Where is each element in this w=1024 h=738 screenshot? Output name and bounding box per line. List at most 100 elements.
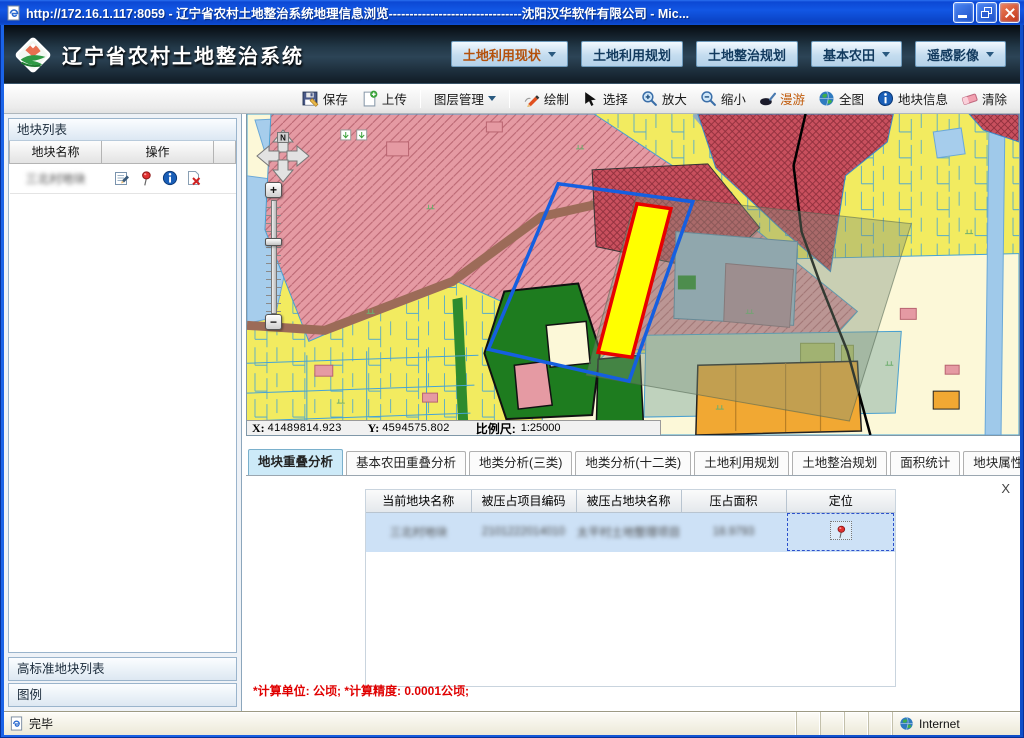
select-button[interactable]: 选择 [579,87,631,110]
page-status-icon [9,716,24,731]
browser-page-icon [6,5,22,21]
draw-button[interactable]: 绘制 [520,87,572,110]
overlap-table-container: 当前地块名称 被压占项目编码 被压占地块名称 压占面积 定位 三北村地块 [365,489,896,687]
map-viewport[interactable]: N + − X: 41489814.923 Y: 4594575.8 [246,114,1020,436]
edit-icon[interactable] [114,170,130,186]
chevron-down-icon [882,52,890,57]
pan-right-button[interactable] [287,146,309,166]
nav-basic-farmland[interactable]: 基本农田 [811,41,902,67]
zoom-out-button[interactable]: 缩小 [697,87,749,110]
info-icon[interactable] [162,170,178,186]
save-button[interactable]: 保存 [299,87,351,110]
pan-button[interactable]: 漫游 [756,87,808,110]
globe-icon [818,90,835,107]
delete-icon[interactable] [186,170,202,186]
column-header[interactable]: 定位 [786,490,895,512]
zoom-in-button[interactable]: 放大 [638,87,690,110]
zoom-slider-handle[interactable] [265,238,282,246]
occupied-project-code: 2101222014010 [482,526,565,538]
parcel-name: 三北村地块 [25,172,85,186]
pushpin-icon[interactable] [138,170,154,186]
nav-consolidation-plan[interactable]: 土地整治规划 [696,41,798,67]
y-value: 4594575.802 [382,422,450,434]
full-extent-button[interactable]: 全图 [815,87,867,110]
status-cell [844,712,868,735]
pan-control: N [255,128,311,184]
clear-button[interactable]: 清除 [958,87,1010,110]
analysis-panel: X 当前地块名称 被压占项目编码 被压占地块名称 压占面积 定位 [246,476,1020,711]
browser-content: 辽宁省农村土地整治系统 土地利用现状 土地利用规划 土地整治规划 基本农田 遥感… [4,25,1020,711]
panel-close-button[interactable]: X [1001,482,1010,495]
column-header[interactable]: 操作 [102,141,214,163]
sidebar-item-high-standard-list[interactable]: 高标准地块列表 [8,657,237,681]
column-header[interactable]: 当前地块名称 [366,490,471,512]
toolbar-separator [420,90,421,108]
pan-icon [759,90,776,107]
app-logo-icon [12,34,54,76]
tab-landuse-plan[interactable]: 土地利用规划 [694,451,789,475]
occupied-area: 18.9793 [713,526,755,538]
column-header[interactable]: 地块名称 [10,141,102,163]
column-header[interactable]: 被压占项目编码 [471,490,576,512]
zoom-out-slider-button[interactable]: − [265,314,282,330]
map-canvas[interactable] [247,114,1019,435]
tab-basic-farmland-overlap[interactable]: 基本农田重叠分析 [346,451,466,475]
status-cell [796,712,820,735]
window-title: http://172.16.1.117:8059 - 辽宁省农村土地整治系统地理… [26,3,953,22]
close-button[interactable] [999,2,1020,23]
pan-left-button[interactable] [257,146,279,166]
parcel-list-table: 地块名称 操作 三北村地块 [9,141,236,194]
draw-icon [523,90,540,107]
status-cell [868,712,892,735]
upload-button[interactable]: 上传 [358,87,410,110]
restore-button[interactable] [976,2,997,23]
main-area: N + − X: 41489814.923 Y: 4594575.8 [242,114,1020,711]
map-toolbar: 保存 上传 图层管理 绘制 [4,84,1020,114]
parcel-info-button[interactable]: 地块信息 [874,87,951,110]
table-row[interactable]: 三北村地块 [10,163,236,193]
info-icon [877,90,894,107]
nav-landuse-plan[interactable]: 土地利用规划 [581,41,683,67]
chevron-down-icon [986,52,994,57]
sidebar-item-legend[interactable]: 图例 [8,683,237,707]
chevron-down-icon [488,96,496,101]
current-parcel-name: 三北村地块 [390,527,448,539]
zoom-in-slider-button[interactable]: + [265,182,282,198]
status-cell [820,712,844,735]
column-header[interactable]: 压占面积 [681,490,786,512]
locate-button[interactable] [830,521,852,540]
internet-zone: Internet [892,712,1020,735]
app-header: 辽宁省农村土地整治系统 土地利用现状 土地利用规划 土地整治规划 基本农田 遥感… [4,25,1020,84]
calculation-footnote: *计算单位: 公顷; *计算精度: 0.0001公顷; [253,682,469,699]
zoom-slider: + − [263,182,285,330]
chevron-down-icon [548,52,556,57]
status-bar: 完毕 Internet [4,711,1020,735]
x-label: X: [252,421,265,436]
pan-down-button[interactable] [273,160,293,182]
coordinate-bar: X: 41489814.923 Y: 4594575.802 比例尺: 1:25… [247,420,661,435]
tab-landtype-12[interactable]: 地类分析(十二类) [575,451,691,475]
select-arrow-icon [582,90,599,107]
tab-landtype-3[interactable]: 地类分析(三类) [469,451,572,475]
zoom-slider-track[interactable] [266,200,281,312]
minimize-button[interactable] [953,2,974,23]
table-row[interactable]: 三北村地块 2101222014010 太平村土地整理项目 18.9793 [366,512,895,552]
tab-area-statistics[interactable]: 面积统计 [890,451,960,475]
parcel-list-title: 地块列表 [9,119,236,141]
scale-label: 比例尺: [476,420,516,437]
nav-remote-sensing[interactable]: 遥感影像 [915,41,1006,67]
eraser-icon [961,90,978,107]
layer-nav: 土地利用现状 土地利用规划 土地整治规划 基本农田 遥感影像 [451,41,1006,67]
tab-overlap-analysis[interactable]: 地块重叠分析 [248,449,343,475]
column-header[interactable]: 被压占地块名称 [576,490,681,512]
title-bar: http://172.16.1.117:8059 - 辽宁省农村土地整治系统地理… [0,0,1024,25]
pushpin-icon [834,524,848,539]
column-header [214,141,236,163]
y-label: Y: [368,421,380,436]
layer-manager-button[interactable]: 图层管理 [431,87,499,110]
tab-parcel-attributes[interactable]: 地块属性 [963,451,1020,475]
globe-icon [899,716,914,731]
nav-landuse-current[interactable]: 土地利用现状 [451,41,568,67]
tab-consolidation-plan[interactable]: 土地整治规划 [792,451,887,475]
page-title: 辽宁省农村土地整治系统 [62,40,451,69]
